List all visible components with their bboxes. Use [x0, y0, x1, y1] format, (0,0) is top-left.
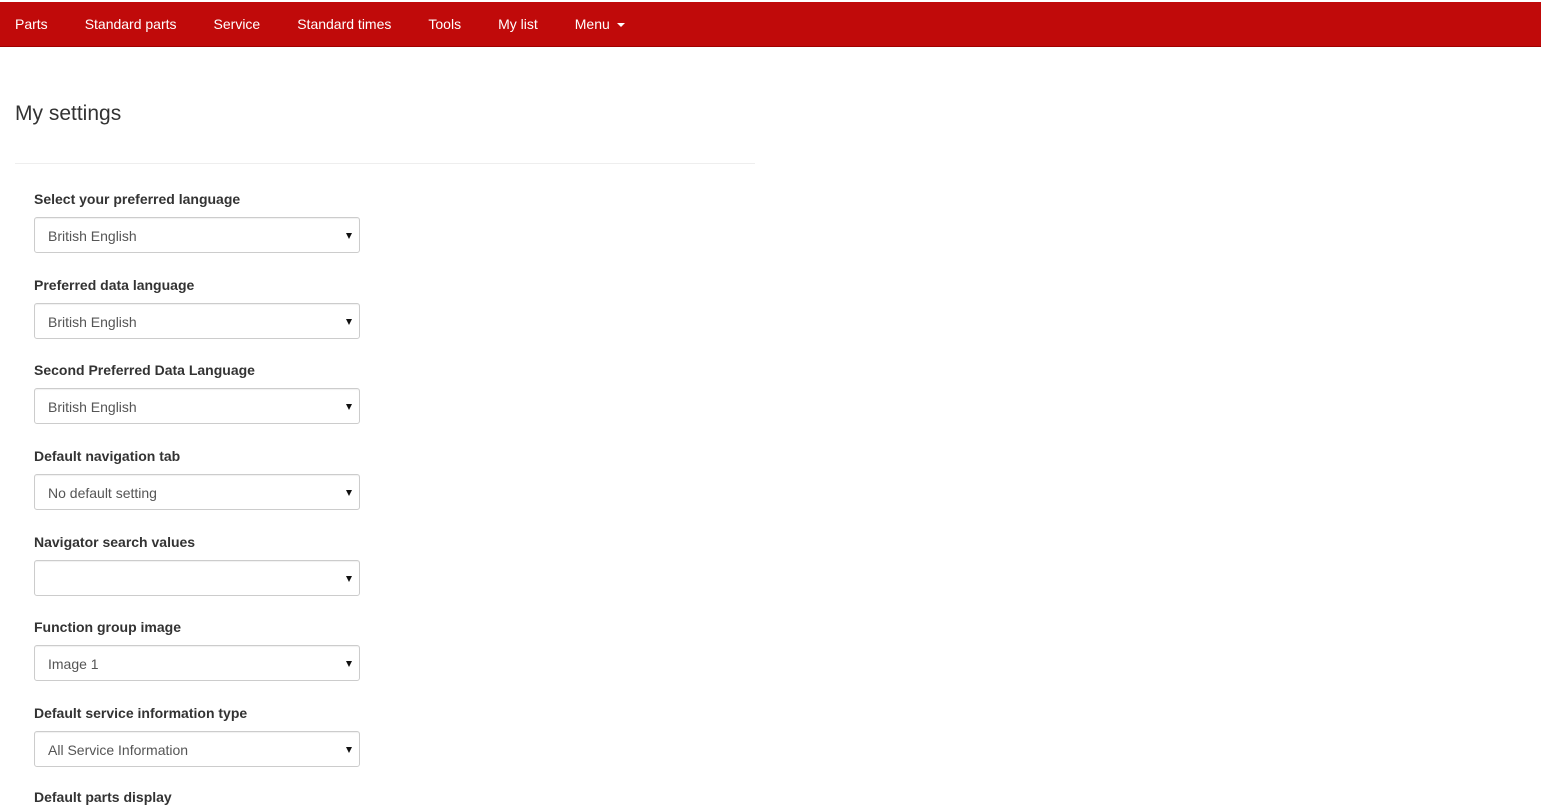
- function-group-image-field: Function group image Image 1: [34, 618, 364, 704]
- preferred-language-label: Select your preferred language: [34, 191, 241, 207]
- caret-down-icon: [616, 23, 625, 27]
- settings-form: Select your preferred language British E…: [34, 190, 364, 790]
- triangle-down-icon: [346, 575, 352, 582]
- nav-item-menu[interactable]: Menu: [575, 16, 625, 32]
- triangle-down-icon: [346, 490, 352, 497]
- preferred-language-value: British English: [48, 228, 137, 244]
- preferred-language-field: Select your preferred language British E…: [34, 190, 364, 276]
- function-group-image-select[interactable]: Image 1: [34, 645, 360, 682]
- navigator-search-values-field: Navigator search values: [34, 533, 364, 619]
- second-data-language-label: Second Preferred Data Language: [34, 362, 255, 379]
- default-service-info-type-select[interactable]: All Service Information: [34, 731, 360, 768]
- navigator-search-values-select[interactable]: [34, 559, 360, 596]
- function-group-image-value: Image 1: [48, 656, 99, 673]
- triangle-down-icon: [346, 404, 352, 411]
- second-data-language-value: British English: [48, 399, 137, 416]
- triangle-down-icon: [346, 318, 352, 325]
- preferred-data-language-label: Preferred data language: [34, 276, 195, 293]
- nav-item-service[interactable]: Service: [214, 16, 261, 32]
- default-service-info-type-label: Default service information type: [34, 705, 248, 722]
- default-service-info-type-field: Default service information type All Ser…: [34, 704, 364, 790]
- default-navigation-tab-select[interactable]: No default setting: [34, 474, 360, 511]
- default-service-info-type-value: All Service Information: [48, 742, 189, 759]
- top-navigation-bar: Parts Standard parts Service Standard ti…: [0, 2, 1541, 47]
- default-navigation-tab-value: No default setting: [48, 485, 157, 502]
- default-parts-display-label: Default parts display: [34, 789, 172, 805]
- preferred-data-language-select[interactable]: British English: [34, 302, 360, 339]
- nav-item-my-list[interactable]: My list: [498, 16, 538, 32]
- page-title: My settings: [15, 102, 122, 125]
- preferred-language-select[interactable]: British English: [34, 217, 360, 253]
- main-nav: Parts Standard parts Service Standard ti…: [0, 2, 646, 46]
- navigator-search-values-label: Navigator search values: [34, 533, 196, 550]
- preferred-data-language-value: British English: [48, 313, 137, 330]
- second-data-language-select[interactable]: British English: [34, 388, 360, 425]
- second-data-language-field: Second Preferred Data Language British E…: [34, 361, 364, 447]
- nav-item-parts[interactable]: Parts: [15, 16, 48, 32]
- nav-item-standard-parts[interactable]: Standard parts: [85, 16, 177, 32]
- triangle-down-icon: [346, 747, 352, 754]
- nav-item-standard-times[interactable]: Standard times: [297, 16, 391, 32]
- triangle-down-icon: [346, 661, 352, 668]
- function-group-image-label: Function group image: [34, 619, 181, 636]
- title-divider: [15, 163, 755, 164]
- nav-item-tools[interactable]: Tools: [428, 16, 461, 32]
- default-navigation-tab-field: Default navigation tab No default settin…: [34, 447, 364, 533]
- menu-label: Menu: [574, 16, 610, 32]
- triangle-down-icon: [346, 233, 352, 239]
- default-navigation-tab-label: Default navigation tab: [34, 448, 181, 465]
- preferred-data-language-field: Preferred data language British English: [34, 276, 364, 362]
